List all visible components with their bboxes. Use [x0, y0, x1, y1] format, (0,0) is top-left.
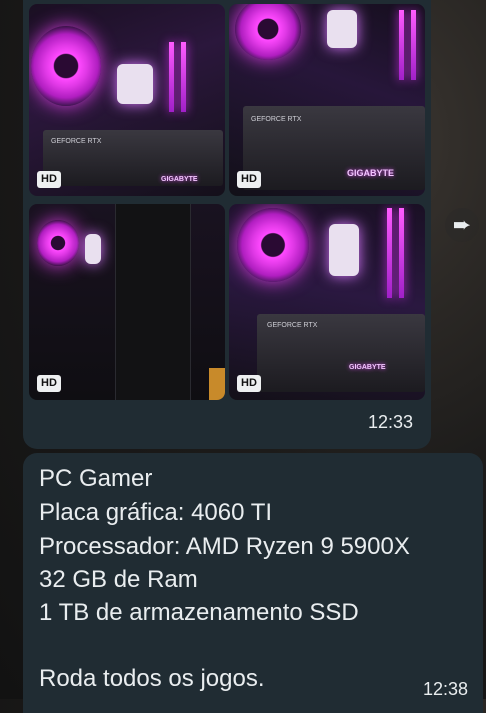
message-time: 12:38 — [422, 679, 468, 699]
media-message-bubble: GEFORCE RTX GIGABYTE HD GEFORCE RTX GIGA… — [23, 0, 431, 449]
cpu-cooler-graphic — [329, 224, 359, 276]
message-line: Roda todos os jogos. — [39, 665, 265, 692]
ram-stick-graphic — [411, 10, 416, 80]
message-line: PC Gamer — [39, 465, 153, 492]
forward-icon: ➨ — [452, 212, 472, 237]
text-message-bubble: PC Gamer Placa gráfica: 4060 TI Processa… — [23, 453, 483, 713]
photo-thumbnail-1[interactable]: GEFORCE RTX GIGABYTE HD — [29, 4, 225, 196]
ram-stick-graphic — [387, 208, 392, 298]
hd-badge: HD — [37, 171, 61, 188]
hd-badge: HD — [237, 171, 261, 188]
gpu-brand-label: GIGABYTE — [349, 364, 386, 371]
hd-badge: HD — [237, 375, 261, 392]
rgb-fan-graphic — [31, 26, 101, 106]
forward-button[interactable]: ➨ — [445, 208, 479, 242]
box-graphic — [209, 368, 225, 400]
gpu-brand-label: GIGABYTE — [161, 176, 198, 183]
message-line: 1 TB de armazenamento SSD — [39, 599, 359, 626]
message-time: 12:33 — [367, 412, 413, 432]
message-line: 32 GB de Ram — [39, 566, 198, 593]
photo-thumbnail-2[interactable]: GEFORCE RTX GIGABYTE HD — [229, 4, 425, 196]
case-front-panel-graphic — [115, 204, 191, 400]
ram-stick-graphic — [169, 42, 174, 112]
gpu-label: GEFORCE RTX — [267, 322, 318, 329]
hd-badge: HD — [37, 375, 61, 392]
rgb-fan-graphic — [237, 208, 309, 282]
rgb-fan-graphic — [37, 220, 79, 266]
photo-thumbnail-3[interactable]: HD — [29, 204, 225, 400]
message-line: Placa gráfica: 4060 TI — [39, 499, 273, 526]
gpu-label: GEFORCE RTX — [251, 116, 302, 123]
ram-stick-graphic — [399, 208, 404, 298]
ram-stick-graphic — [181, 42, 186, 112]
cpu-cooler-graphic — [117, 64, 153, 104]
rgb-fan-graphic — [235, 4, 301, 60]
gpu-label: GEFORCE RTX — [51, 138, 102, 145]
photo-thumbnail-4[interactable]: GEFORCE RTX GIGABYTE HD — [229, 204, 425, 400]
cpu-cooler-graphic — [85, 234, 101, 264]
ram-stick-graphic — [399, 10, 404, 80]
gpu-brand-label: GIGABYTE — [347, 168, 395, 178]
cpu-cooler-graphic — [327, 10, 357, 48]
message-line: Processador: AMD Ryzen 9 5900X — [39, 533, 410, 560]
